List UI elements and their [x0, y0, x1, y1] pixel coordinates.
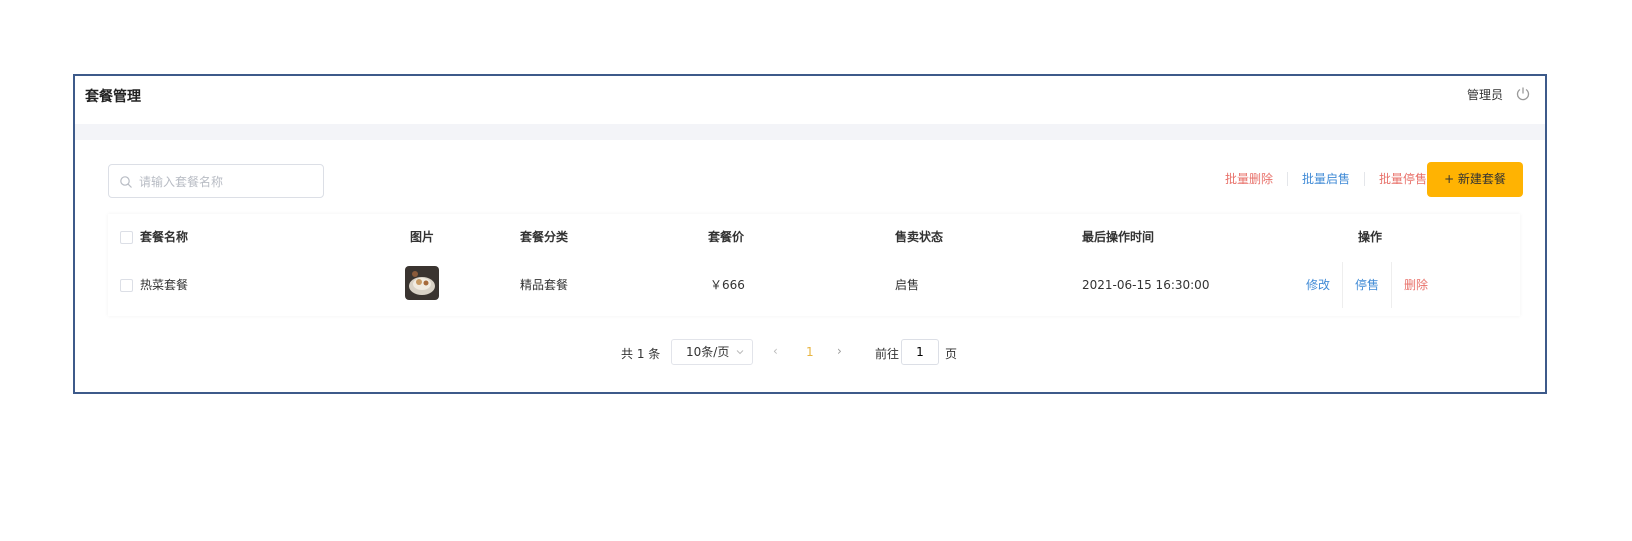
- batch-delete-button[interactable]: 批量删除: [1211, 172, 1288, 186]
- table-row: 热菜套餐 精品套餐 ￥666 启售 2021-06-15 16:30:00 修改…: [108, 262, 1520, 308]
- col-name: 套餐名称: [140, 230, 189, 244]
- search-icon: [120, 176, 132, 188]
- header-divider: [75, 124, 1545, 140]
- col-status: 售卖状态: [895, 230, 944, 244]
- batch-actions: 批量删除 批量启售 批量停售: [1211, 172, 1441, 186]
- new-combo-button[interactable]: + 新建套餐: [1427, 162, 1523, 197]
- user-name[interactable]: 管理员: [1467, 86, 1503, 103]
- combo-updated-time: 2021-06-15 16:30:00: [1082, 278, 1210, 292]
- combo-category: 精品套餐: [520, 278, 569, 292]
- page-number[interactable]: 1: [806, 345, 814, 359]
- page-size-select[interactable]: 10条/页: [671, 339, 753, 365]
- select-all-checkbox[interactable]: [120, 231, 133, 244]
- row-actions: 修改 停售 删除: [1294, 262, 1440, 308]
- prev-page-icon[interactable]: ‹: [773, 344, 778, 358]
- power-icon[interactable]: [1515, 86, 1531, 102]
- col-ops: 操作: [1358, 230, 1383, 244]
- batch-enable-button[interactable]: 批量启售: [1288, 172, 1365, 186]
- main-window: 套餐管理 管理员 批量删除 批量启售 批量停售 + 新建套餐 套餐名称 图片 套…: [73, 74, 1547, 394]
- combo-table: 套餐名称 图片 套餐分类 套餐价 售卖状态 最后操作时间 操作 热菜套餐 精品套…: [108, 214, 1520, 316]
- col-price: 套餐价: [708, 230, 745, 244]
- pagination: 共 1 条 10条/页 ‹ 1 › 前往 页: [75, 338, 1545, 366]
- total-count: 共 1 条: [621, 347, 661, 361]
- top-bar: 套餐管理 管理员: [75, 76, 1545, 124]
- next-page-icon[interactable]: ›: [837, 344, 842, 358]
- col-category: 套餐分类: [520, 230, 569, 244]
- chevron-down-icon: [736, 350, 744, 355]
- col-image: 图片: [410, 230, 435, 244]
- page-title: 套餐管理: [85, 89, 141, 105]
- edit-button[interactable]: 修改: [1294, 262, 1342, 308]
- goto-suffix: 页: [945, 347, 958, 361]
- goto-label: 前往: [875, 347, 900, 361]
- combo-name: 热菜套餐: [140, 278, 189, 292]
- delete-button[interactable]: 删除: [1391, 262, 1440, 308]
- table-header: 套餐名称 图片 套餐分类 套餐价 售卖状态 最后操作时间 操作: [108, 214, 1520, 260]
- food-thumbnail-image: [405, 266, 439, 300]
- page-size-label: 10条/页: [686, 345, 730, 359]
- col-updated: 最后操作时间: [1082, 230, 1155, 244]
- search-input[interactable]: [137, 171, 321, 193]
- combo-status: 启售: [895, 278, 920, 292]
- combo-price: ￥666: [710, 278, 745, 292]
- goto-page-input[interactable]: [901, 339, 939, 365]
- row-checkbox[interactable]: [120, 279, 133, 292]
- search-box[interactable]: [108, 164, 324, 198]
- disable-button[interactable]: 停售: [1342, 262, 1391, 308]
